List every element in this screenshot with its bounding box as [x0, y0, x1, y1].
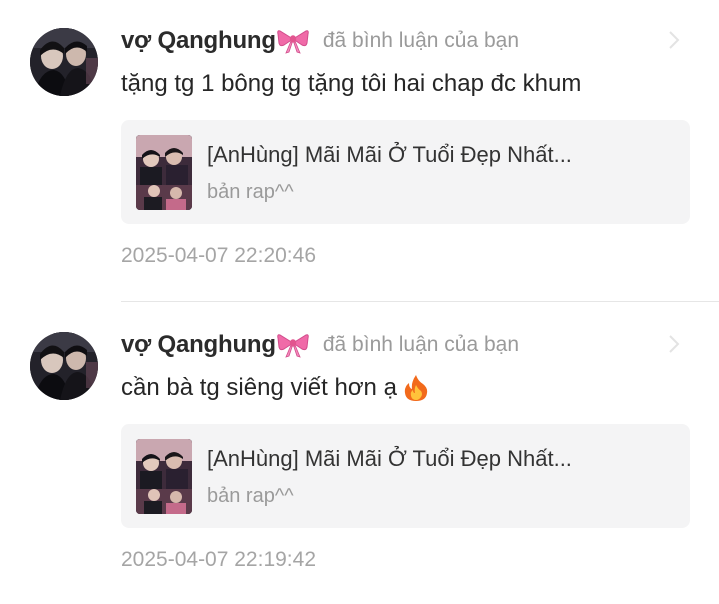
notification-item[interactable]: vợ Qanghung đã bình luận của bạn tặng tg… [0, 0, 719, 300]
notification-item[interactable]: vợ Qanghung đã bình luận của bạn cần bà … [0, 304, 719, 604]
action-text: đã bình luận của bạn [322, 333, 520, 356]
avatar[interactable] [30, 28, 98, 96]
avatar-photo [30, 28, 98, 96]
divider [121, 301, 719, 302]
ribbon-bow-icon [277, 28, 309, 54]
ribbon-bow-icon [277, 332, 309, 358]
chevron-right-icon[interactable] [667, 334, 681, 354]
story-subtitle: bản rap^^ [207, 485, 294, 507]
story-card[interactable]: [AnHùng] Mãi Mãi Ở Tuổi Đẹp Nhất... bản … [121, 120, 690, 224]
story-subtitle: bản rap^^ [207, 181, 294, 203]
username[interactable]: vợ Qanghung [121, 27, 276, 55]
timestamp: 2025-04-07 22:20:46 [121, 244, 316, 267]
avatar[interactable] [30, 332, 98, 400]
chevron-right-icon[interactable] [667, 30, 681, 50]
timestamp: 2025-04-07 22:19:42 [121, 548, 316, 571]
story-card[interactable]: [AnHùng] Mãi Mãi Ở Tuổi Đẹp Nhất... bản … [121, 424, 690, 528]
action-text: đã bình luận của bạn [322, 29, 520, 52]
comment-body: cần bà tg siêng viết hơn ạ [121, 374, 397, 401]
comment-body: tặng tg 1 bông tg tặng tôi hai chap đc k… [121, 70, 582, 97]
fire-icon [403, 374, 429, 402]
comment-text: tặng tg 1 bông tg tặng tôi hai chap đc k… [121, 70, 581, 98]
notification-header: vợ Qanghung đã bình luận của bạn [121, 328, 519, 362]
avatar-photo [30, 332, 98, 400]
story-cover-image [136, 135, 192, 210]
notification-header: vợ Qanghung đã bình luận của bạn [121, 24, 519, 58]
story-title: [AnHùng] Mãi Mãi Ở Tuổi Đẹp Nhất... [207, 142, 572, 167]
story-cover-image [136, 439, 192, 514]
comment-text: cần bà tg siêng viết hơn ạ [121, 374, 429, 402]
story-title: [AnHùng] Mãi Mãi Ở Tuổi Đẹp Nhất... [207, 446, 572, 471]
username[interactable]: vợ Qanghung [121, 331, 276, 359]
